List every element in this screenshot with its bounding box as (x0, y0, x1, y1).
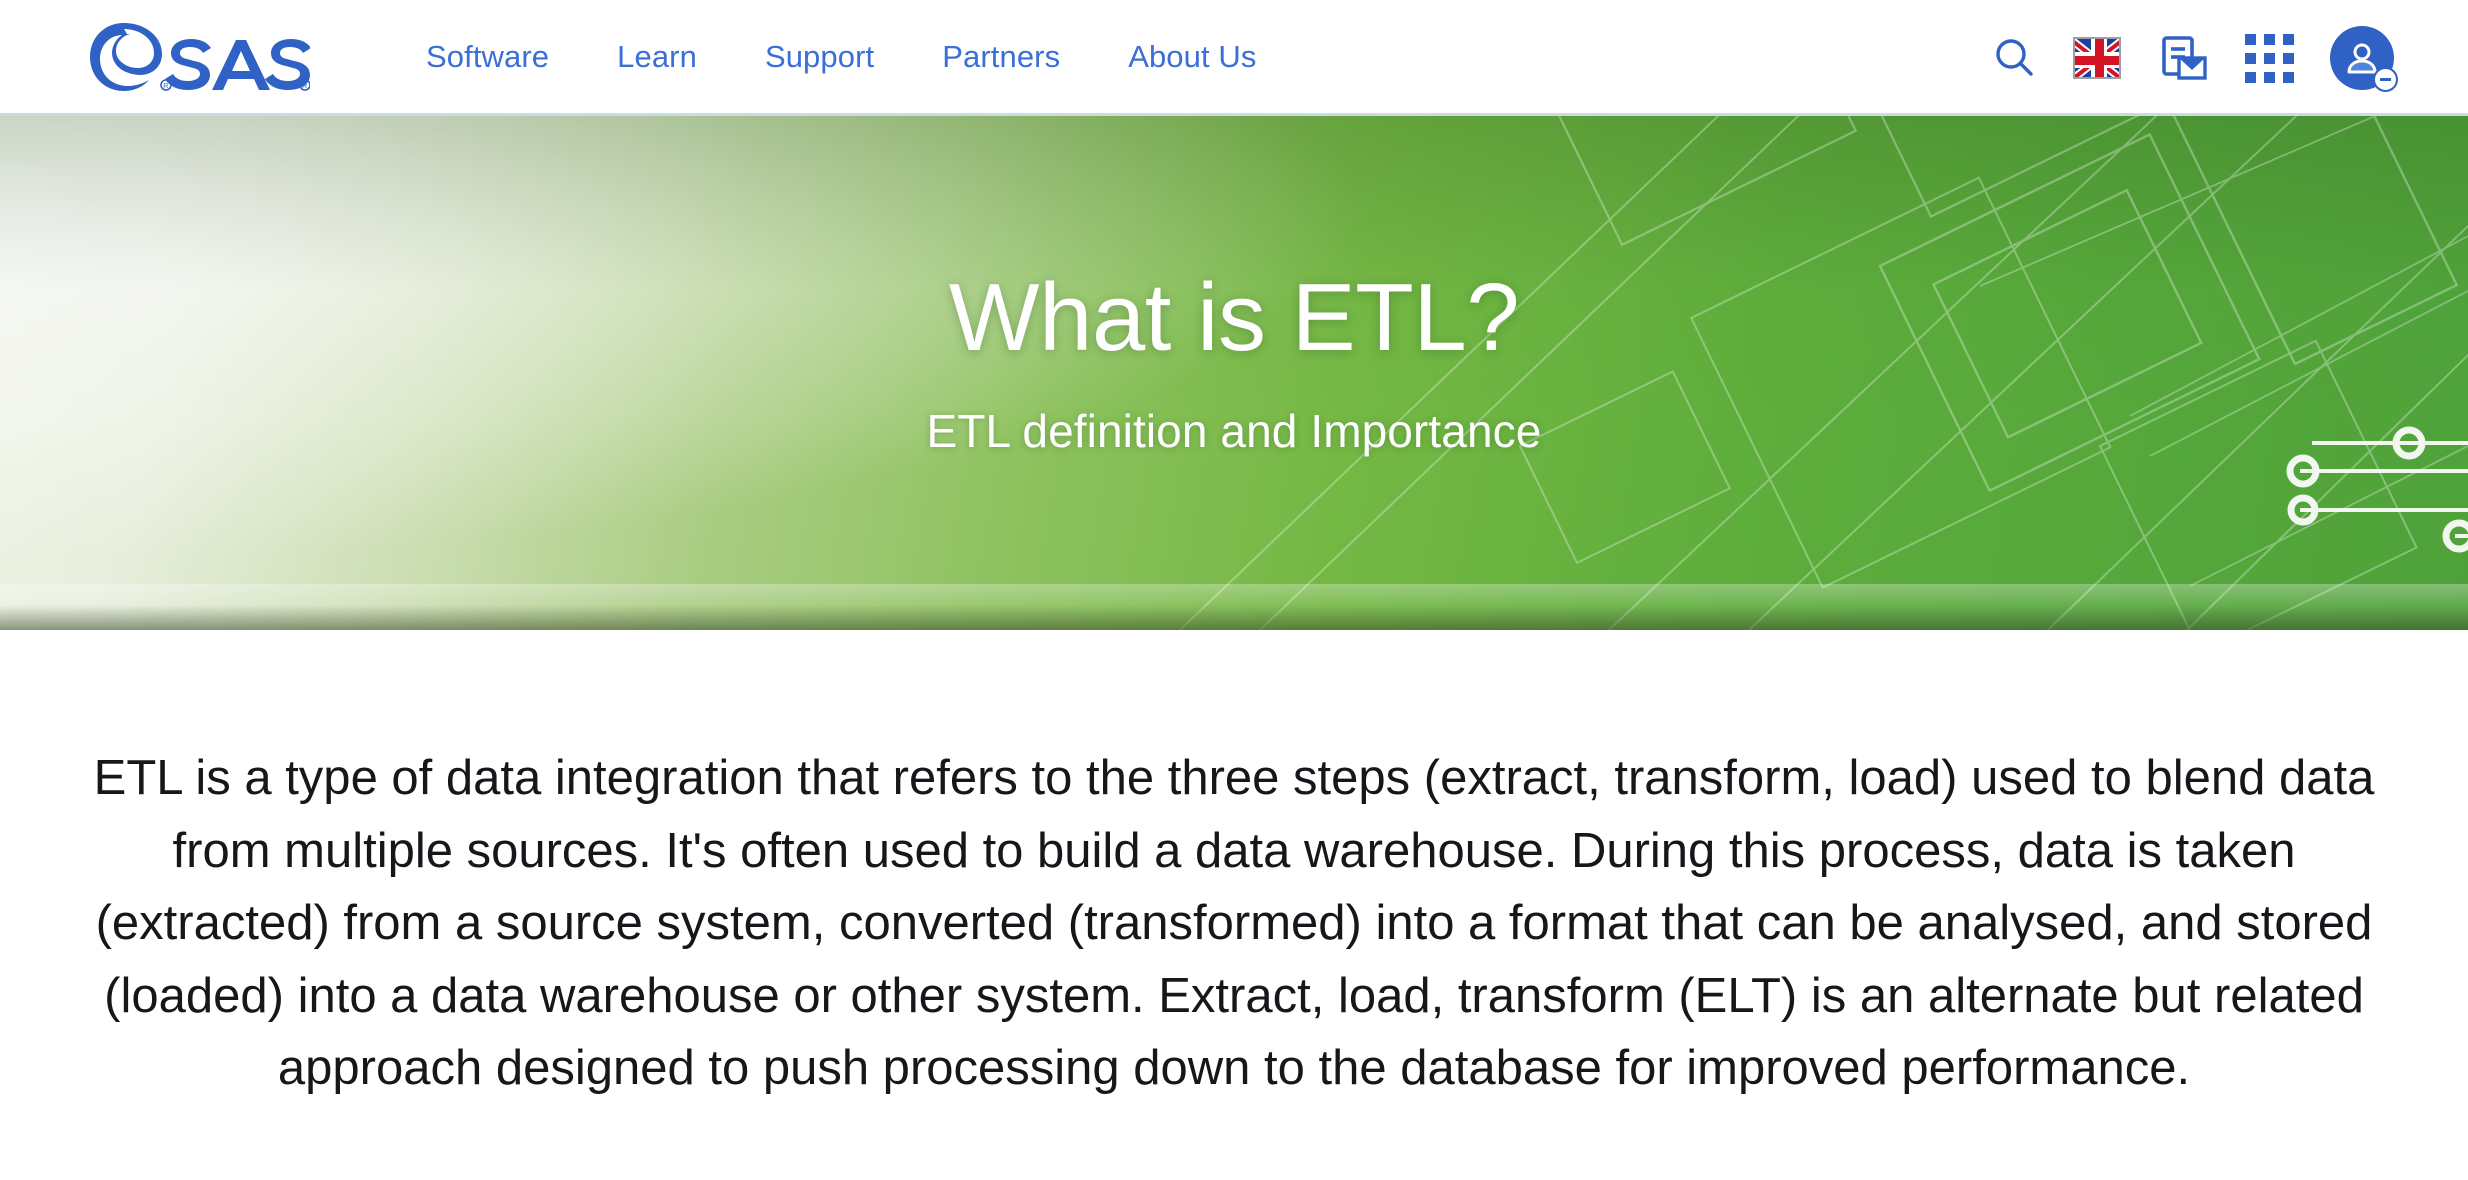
nav-item-about-us[interactable]: About Us (1094, 33, 1290, 81)
intro-paragraph: ETL is a type of data integration that r… (93, 751, 2375, 1096)
sas-logo: R R (90, 22, 310, 91)
main-navigation: Software Learn Support Partners About Us (392, 33, 1291, 81)
page-title: What is ETL? (948, 264, 1520, 371)
hero-banner: What is ETL? ETL definition and Importan… (0, 116, 2468, 630)
nav-item-partners[interactable]: Partners (908, 33, 1094, 81)
avatar (2330, 26, 2398, 92)
search-button[interactable] (1973, 0, 2055, 116)
site-header: R R Software Learn Support Partners Abou… (0, 0, 2468, 116)
language-region-button[interactable] (2055, 0, 2139, 116)
search-icon (1996, 39, 2033, 76)
svg-text:R: R (302, 83, 307, 90)
header-tools (1973, 0, 2412, 116)
subscribe-button[interactable] (2139, 0, 2227, 116)
subscribe-document-icon (2162, 36, 2207, 80)
nav-item-software[interactable]: Software (392, 33, 583, 81)
hero-copy: What is ETL? ETL definition and Importan… (0, 270, 2468, 458)
main-content: ETL is a type of data integration that r… (0, 630, 2468, 1105)
avatar-status-badge (2373, 67, 2398, 92)
page-subtitle: ETL definition and Importance (926, 405, 1542, 457)
account-button[interactable] (2312, 0, 2412, 116)
user-avatar-icon (2347, 43, 2377, 74)
sas-logo-link[interactable]: R R (86, 0, 310, 113)
nav-item-learn[interactable]: Learn (583, 33, 731, 81)
nav-item-support[interactable]: Support (731, 33, 908, 81)
apps-grid-icon (2245, 33, 2294, 83)
svg-text:R: R (163, 83, 168, 90)
apps-grid-button[interactable] (2227, 0, 2312, 116)
uk-flag-icon (2073, 37, 2121, 79)
